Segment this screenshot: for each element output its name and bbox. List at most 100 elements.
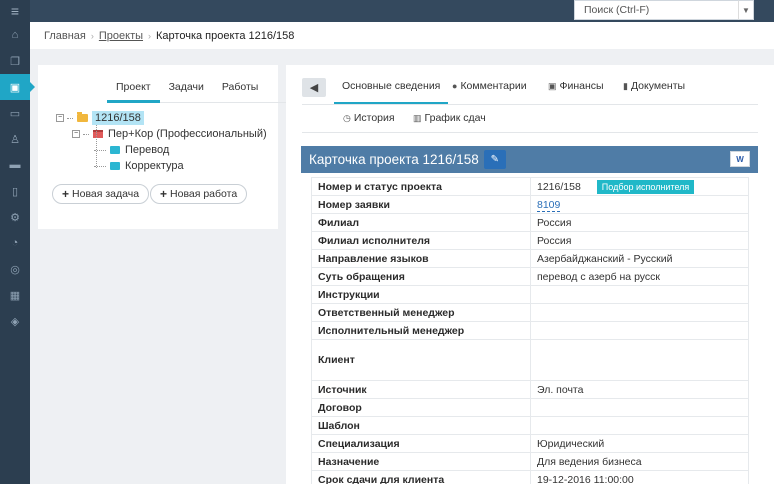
project-fields-table: Номер и статус проекта 1216/158 Подбор исп… bbox=[311, 177, 749, 484]
card-title: Карточка проекта 1216/158 bbox=[309, 152, 479, 167]
field-value: Азербайджанский - Русский bbox=[530, 249, 749, 268]
tab-label: Документы bbox=[630, 80, 686, 92]
field-label: Суть обращения bbox=[311, 267, 531, 286]
field-value: Юридический bbox=[530, 434, 749, 453]
tree-connector bbox=[67, 117, 73, 119]
calendar-nav-icon[interactable]: ▦ bbox=[0, 282, 30, 308]
table-row: Ответственный менеджер bbox=[311, 303, 749, 322]
table-row: Суть обращения перевод с азерб на русск bbox=[311, 267, 749, 286]
field-value-text: перевод с азерб на русск bbox=[537, 270, 661, 283]
table-row: Инструкции bbox=[311, 285, 749, 304]
table-row: Назначение Для ведения бизнеса bbox=[311, 452, 749, 471]
collapse-toggle-icon[interactable]: − bbox=[56, 114, 64, 122]
status-badge[interactable]: Подбор исполнителя bbox=[596, 179, 695, 194]
table-row: Шаблон bbox=[311, 416, 749, 435]
word-export-icon[interactable]: W bbox=[730, 151, 750, 167]
field-value: Россия bbox=[530, 213, 749, 232]
layers-nav-icon[interactable]: ◈ bbox=[0, 308, 30, 334]
project-card-panel: ◀ Основные сведения ● Комментарии ▣ Финанс… bbox=[286, 65, 774, 484]
tree-node-proofreading[interactable]: Корректура bbox=[94, 158, 184, 174]
table-row: Направление языков Азербайджанский - Русс… bbox=[311, 249, 749, 268]
tree-node-label[interactable]: Корректура bbox=[125, 160, 184, 172]
home-nav-icon[interactable]: ⌂ bbox=[0, 22, 30, 48]
request-number-link[interactable]: 8109 bbox=[537, 198, 561, 212]
card-nav-icon[interactable]: ▬ bbox=[0, 152, 30, 178]
tab-comments[interactable]: ● Комментарии bbox=[452, 78, 527, 105]
collapse-toggle-icon[interactable]: − bbox=[72, 130, 80, 138]
field-label: Исполнительный менеджер bbox=[311, 321, 531, 340]
table-row: Филиал исполнителя Россия bbox=[311, 231, 749, 250]
tab-label: Основные сведения bbox=[342, 80, 441, 92]
tab-finances[interactable]: ▣ Финансы bbox=[548, 78, 604, 105]
field-value: Для ведения бизнеса bbox=[530, 452, 749, 471]
hamburger-menu-icon[interactable]: ≡ bbox=[0, 0, 30, 22]
field-value-text: Россия bbox=[537, 234, 572, 247]
tree-connector bbox=[83, 133, 89, 135]
breadcrumb-home[interactable]: Главная bbox=[44, 30, 86, 42]
field-value-text: Эл. почта bbox=[537, 383, 584, 396]
tree-node-label[interactable]: Перевод bbox=[125, 144, 169, 156]
tab-main-info[interactable]: Основные сведения bbox=[334, 78, 449, 105]
comment-icon: ● bbox=[452, 81, 458, 91]
plus-icon: + bbox=[62, 187, 70, 201]
tab-documents[interactable]: ▮ Документы bbox=[623, 78, 685, 105]
folder-nav-icon[interactable]: ▭ bbox=[0, 100, 30, 126]
gear-nav-icon[interactable]: ⚙ bbox=[0, 204, 30, 230]
document-icon: ▮ bbox=[623, 81, 628, 91]
breadcrumb-separator: › bbox=[90, 30, 94, 41]
tree-node-translation[interactable]: Перевод bbox=[94, 142, 169, 158]
field-label: Специализация bbox=[311, 434, 531, 453]
back-arrow-icon[interactable]: ◀ bbox=[302, 78, 326, 97]
tab-project[interactable]: Проект bbox=[107, 75, 160, 103]
new-task-button[interactable]: + Новая задача bbox=[52, 184, 150, 204]
table-row: Срок сдачи для клиента 19-12-2016 11:00:0… bbox=[311, 470, 749, 484]
user-nav-icon[interactable]: ♙ bbox=[0, 126, 30, 152]
breadcrumb-separator: › bbox=[148, 30, 152, 41]
new-work-button[interactable]: + Новая работа bbox=[150, 184, 248, 204]
bell-nav-icon[interactable]: ◔ bbox=[0, 230, 30, 256]
field-label: Шаблон bbox=[311, 416, 531, 435]
field-label: Филиал исполнителя bbox=[311, 231, 531, 250]
tab-label: Комментарии bbox=[460, 80, 527, 92]
card-header: Карточка проекта 1216/158 ✎ W bbox=[301, 146, 758, 173]
globe-nav-icon[interactable]: ◎ bbox=[0, 256, 30, 282]
breadcrumb: Главная › Проекты › Карточка проекта 121… bbox=[30, 22, 774, 49]
field-label: Инструкции bbox=[311, 285, 531, 304]
tabs-divider bbox=[302, 104, 758, 105]
table-row: Филиал Россия bbox=[311, 213, 749, 232]
tree-node-root[interactable]: − 1216/158 bbox=[56, 110, 144, 126]
tab-works[interactable]: Работы bbox=[213, 75, 267, 103]
new-work-label: Новая работа bbox=[170, 188, 238, 200]
field-label: Ответственный менеджер bbox=[311, 303, 531, 322]
field-value: 19-12-2016 11:00:00 bbox=[530, 470, 749, 484]
field-label: Номер и статус проекта bbox=[311, 177, 531, 196]
field-label: Филиал bbox=[311, 213, 531, 232]
tree-node-service[interactable]: − Пер+Кор (Профессиональный) bbox=[72, 126, 267, 142]
field-value: Эл. почта bbox=[530, 380, 749, 399]
tab-label: График сдач bbox=[424, 112, 486, 124]
tab-label: Финансы bbox=[559, 80, 604, 92]
money-icon: ▣ bbox=[548, 81, 557, 91]
tree-vertical-connector bbox=[96, 125, 97, 168]
tree-node-label[interactable]: 1216/158 bbox=[92, 111, 144, 125]
plus-icon: + bbox=[160, 187, 168, 201]
search-dropdown-caret-icon[interactable]: ▼ bbox=[738, 0, 754, 20]
tab-tasks[interactable]: Задачи bbox=[160, 75, 213, 103]
field-value: перевод с азерб на русск bbox=[530, 267, 749, 286]
pencil-icon[interactable]: ✎ bbox=[483, 150, 506, 169]
field-value[interactable]: 8109 bbox=[530, 195, 749, 214]
briefcase-nav-icon[interactable]: ▣ bbox=[0, 74, 35, 100]
project-tree-panel: Проект Задачи Работы − 1216/158 − Пер+Ко… bbox=[38, 65, 301, 229]
table-row: Источник Эл. почта bbox=[311, 380, 749, 399]
tree-node-label[interactable]: Пер+Кор (Профессиональный) bbox=[108, 128, 267, 140]
field-value bbox=[530, 285, 749, 304]
copy-nav-icon[interactable]: ❐ bbox=[0, 48, 30, 74]
search-input[interactable]: Поиск (Ctrl-F) bbox=[574, 0, 754, 20]
field-value bbox=[530, 321, 749, 340]
book-nav-icon[interactable]: ▯ bbox=[0, 178, 30, 204]
left-tabs: Проект Задачи Работы bbox=[107, 75, 301, 103]
field-label: Номер заявки bbox=[311, 195, 531, 214]
briefcase-icon bbox=[110, 146, 120, 154]
breadcrumb-projects[interactable]: Проекты bbox=[99, 30, 143, 42]
folder-icon bbox=[77, 112, 88, 122]
